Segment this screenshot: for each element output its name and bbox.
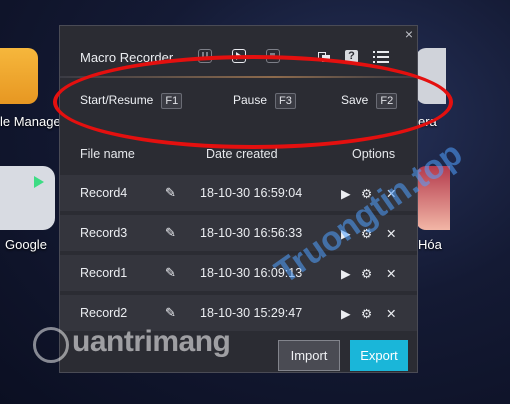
play-icon[interactable]: ▶ xyxy=(341,306,351,321)
hotkey-key: F2 xyxy=(376,93,398,109)
google-label: Google xyxy=(5,237,47,252)
google-folder-icon[interactable] xyxy=(0,166,55,230)
edit-icon[interactable]: ✎ xyxy=(165,185,176,201)
help-icon[interactable]: ? xyxy=(345,50,358,63)
edit-icon[interactable]: ✎ xyxy=(165,305,176,321)
hotkey-label: Pause xyxy=(233,93,268,107)
hotkey-key: F1 xyxy=(161,93,183,109)
record-date: 18-10-30 15:29:47 xyxy=(200,306,303,320)
hotkey-key: F3 xyxy=(275,93,296,109)
dialog-title: Macro Recorder xyxy=(80,50,174,65)
play-icon[interactable]: ▶ xyxy=(341,186,351,201)
hotkey-label: Start/Resume xyxy=(80,93,154,107)
hotkey-start-resume: Start/Resume F1 xyxy=(80,93,183,109)
hotkey-label: Save xyxy=(341,93,369,107)
watermark-logo-icon xyxy=(33,327,69,363)
list-icon[interactable] xyxy=(373,51,389,63)
record-date: 18-10-30 16:56:33 xyxy=(200,226,303,240)
gear-icon[interactable]: ⚙ xyxy=(361,306,372,321)
close-icon[interactable]: ✕ xyxy=(386,226,396,241)
play-icon[interactable]: ▶ xyxy=(341,266,351,281)
camera-icon[interactable] xyxy=(416,48,446,104)
camera-label: era xyxy=(418,114,437,129)
file-manager-icon[interactable] xyxy=(0,48,38,104)
edit-icon[interactable]: ✎ xyxy=(165,265,176,281)
record-name: Record2 xyxy=(80,306,128,320)
hoa-label: Hóa xyxy=(418,237,442,252)
table-row[interactable]: Record1 ✎ 18-10-30 16:09:13 ▶ ⚙ ✕ xyxy=(60,255,417,291)
column-file-name: File name xyxy=(80,147,135,161)
record-name: Record4 xyxy=(80,186,128,200)
column-options: Options xyxy=(352,147,396,161)
header-divider xyxy=(60,76,417,78)
play-store-icon xyxy=(34,176,44,188)
close-icon[interactable]: ✕ xyxy=(386,266,396,281)
record-name: Record3 xyxy=(80,226,128,240)
record-name: Record1 xyxy=(80,266,128,280)
record-date: 18-10-30 16:59:04 xyxy=(200,186,303,200)
hotkey-save: Save F2 xyxy=(341,93,398,109)
watermark-text: uantrimang xyxy=(72,325,231,358)
hotkey-pause: Pause F3 xyxy=(233,93,296,109)
close-icon[interactable]: × xyxy=(405,26,413,42)
edit-icon[interactable]: ✎ xyxy=(165,225,176,241)
window-icon[interactable] xyxy=(318,52,330,62)
file-manager-label: le Manager xyxy=(0,114,66,129)
pause-icon[interactable] xyxy=(198,49,212,63)
gear-icon[interactable]: ⚙ xyxy=(361,266,372,281)
column-date-created: Date created xyxy=(206,147,278,161)
import-button[interactable]: Import xyxy=(278,340,340,371)
play-icon[interactable] xyxy=(232,49,246,63)
export-button[interactable]: Export xyxy=(350,340,408,371)
close-icon[interactable]: ✕ xyxy=(386,306,396,321)
stop-icon[interactable] xyxy=(266,49,280,63)
